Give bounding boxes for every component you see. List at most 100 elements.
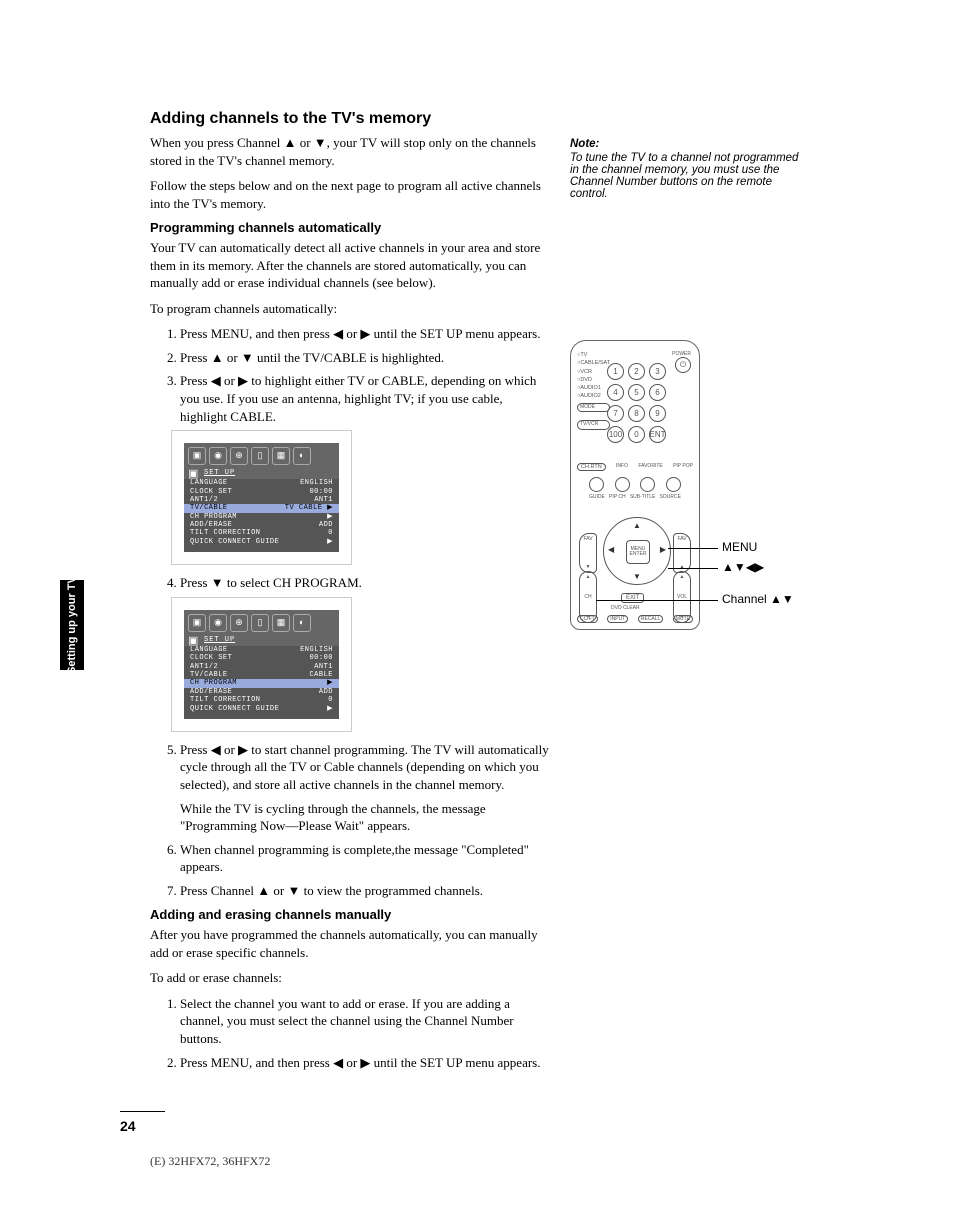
ccft-button: CC/FT (577, 615, 598, 623)
note-box: Note: To tune the TV to a channel not pr… (570, 138, 800, 200)
osd-tab-icon: ◐ (293, 614, 311, 632)
manual-step-1: Select the channel you want to add or er… (180, 995, 550, 1048)
step-5-note: While the TV is cycling through the chan… (180, 800, 550, 835)
osd-row: ADD/ERASEADD (184, 521, 339, 529)
osd-screenshot-1: ▣ ◉ ⊕ ▯ ▦ ◐ SET UP LANGUAGEENGLISH CLOCK… (172, 431, 351, 564)
osd-tab-icon: ▯ (251, 447, 269, 465)
callout-arrows: ▲▼◀▶ (722, 560, 764, 574)
pippop-label: PIP POP (673, 463, 693, 471)
osd-tab-icon: ▣ (188, 614, 206, 632)
ent-button: ENT (649, 426, 666, 443)
function-row: CH RTN INFO FAVORITE PIP POP (577, 463, 693, 471)
dvd-clear-label: DVD CLEAR (611, 605, 640, 611)
device-item: ○VCR (577, 368, 610, 376)
osd-tab-icon: ▦ (272, 447, 290, 465)
num-0: 0 (628, 426, 645, 443)
circle-button (615, 477, 630, 492)
callout-menu: MENU (722, 540, 757, 554)
remote-illustration: ○TV ○CABLE/SAT ○VCR ○DVD ○AUDIO1 ○AUDIO2… (570, 340, 850, 630)
circle-button (589, 477, 604, 492)
osd-title: SET UP (184, 467, 339, 479)
osd-tab-icon: ◐ (293, 447, 311, 465)
number-pad: 1 2 3 4 5 6 7 8 9 100 0 ENT (607, 363, 667, 444)
recall-button: RECALL (638, 615, 663, 623)
page-title: Adding channels to the TV's memory (150, 110, 850, 128)
exit-button: EXIT (621, 593, 644, 603)
osd-screenshot-2: ▣ ◉ ⊕ ▯ ▦ ◐ SET UP LANGUAGEENGLISH CLOCK… (172, 598, 351, 731)
osd-row: CLOCK SET00:00 (184, 488, 339, 496)
manual-step-2: Press MENU, and then press ◀ or ▶ until … (180, 1054, 550, 1072)
arrow-down-icon: ▼ (633, 572, 641, 581)
num-2: 2 (628, 363, 645, 380)
osd-tab-icon: ▦ (272, 614, 290, 632)
osd-tab-icon: ◉ (209, 447, 227, 465)
note-body: To tune the TV to a channel not programm… (570, 152, 800, 200)
osd-tab-icon: ◉ (209, 614, 227, 632)
arrow-left-icon: ◀ (608, 545, 614, 554)
mute-button: MUTE (673, 615, 693, 623)
circle-button (640, 477, 655, 492)
callout-line (668, 568, 718, 569)
mode-button: MODE (577, 403, 610, 413)
osd-title: SET UP (184, 634, 339, 646)
tvvcr-button: TV/VCR (577, 420, 610, 430)
step-3: Press ◀ or ▶ to highlight either TV or C… (180, 372, 550, 425)
osd-row: TV/CABLECABLE (184, 671, 339, 679)
fav-down-button: FAV▼ (579, 533, 597, 573)
dpad: ▲ ▼ ◀ ▶ MENU ENTER (603, 517, 671, 585)
manual-steps-list: Select the channel you want to add or er… (150, 995, 550, 1071)
section1-p2: To program channels automatically: (150, 300, 550, 318)
input-button: INPUT (607, 615, 628, 623)
osd-tab-icon: ▯ (251, 614, 269, 632)
section-heading-auto: Programming channels automatically (150, 220, 550, 235)
note-heading: Note: (570, 138, 800, 150)
fav-circle-row (589, 477, 681, 492)
osd-tab-icons: ▣ ◉ ⊕ ▯ ▦ ◐ (184, 610, 339, 634)
osd-tab-icon: ⊕ (230, 614, 248, 632)
section2-p2: To add or erase channels: (150, 969, 550, 987)
step-5: Press ◀ or ▶ to start channel programmin… (180, 741, 550, 835)
osd-row-highlighted: CH PROGRAM▶ (184, 679, 339, 687)
page-number: 24 (120, 1111, 165, 1134)
num-1: 1 (607, 363, 624, 380)
device-selector-list: ○TV ○CABLE/SAT ○VCR ○DVD ○AUDIO1 ○AUDIO2… (577, 351, 610, 430)
osd-row: CLOCK SET00:00 (184, 654, 339, 662)
fav-row-labels: GUIDE PIP CH SUB-TITLE SOURCE (589, 494, 681, 500)
favorite-label: FAVORITE (638, 463, 662, 471)
info-label: INFO (616, 463, 628, 471)
osd-tab-icon: ⊕ (230, 447, 248, 465)
num-6: 6 (649, 384, 666, 401)
osd-tab-icons: ▣ ◉ ⊕ ▯ ▦ ◐ (184, 443, 339, 467)
bottom-button-row: CC/FT INPUT RECALL MUTE (577, 615, 693, 623)
osd-row: CH PROGRAM▶ (184, 513, 339, 521)
section2-p1: After you have programmed the channels a… (150, 926, 550, 961)
intro-paragraph-1: When you press Channel ▲ or ▼, your TV w… (150, 134, 550, 169)
power-area: POWER ⏻ (672, 351, 691, 373)
num-100: 100 (607, 426, 624, 443)
osd-row: QUICK CONNECT GUIDE▶ (184, 705, 339, 713)
power-button: ⏻ (675, 357, 691, 373)
num-5: 5 (628, 384, 645, 401)
step-7: Press Channel ▲ or ▼ to view the program… (180, 882, 550, 900)
device-item: ○AUDIO2 (577, 392, 610, 400)
step-2: Press ▲ or ▼ until the TV/CABLE is highl… (180, 349, 550, 367)
num-3: 3 (649, 363, 666, 380)
osd-row: QUICK CONNECT GUIDE▶ (184, 538, 339, 546)
footer-model: (E) 32HFX72, 36HFX72 (150, 1154, 894, 1169)
step-1: Press MENU, and then press ◀ or ▶ until … (180, 325, 550, 343)
device-item: ○TV (577, 351, 610, 359)
auto-steps-list: Press MENU, and then press ◀ or ▶ until … (150, 325, 550, 425)
osd-row: TILT CORRECTION0 (184, 529, 339, 537)
chapter-tab: Setting up your TV (60, 580, 84, 670)
arrow-up-icon: ▲ (633, 521, 641, 530)
section1-p1: Your TV can automatically detect all act… (150, 239, 550, 292)
osd-tab-icon: ▣ (188, 447, 206, 465)
auto-steps-list-cont1: Press ▼ to select CH PROGRAM. (150, 574, 550, 592)
callout-line (668, 548, 718, 549)
osd-row: TILT CORRECTION0 (184, 696, 339, 704)
remote-body: ○TV ○CABLE/SAT ○VCR ○DVD ○AUDIO1 ○AUDIO2… (570, 340, 700, 630)
osd-row: ANT1/2ANT1 (184, 496, 339, 504)
step-6: When channel programming is complete,the… (180, 841, 550, 876)
section-heading-manual: Adding and erasing channels manually (150, 907, 550, 922)
num-4: 4 (607, 384, 624, 401)
